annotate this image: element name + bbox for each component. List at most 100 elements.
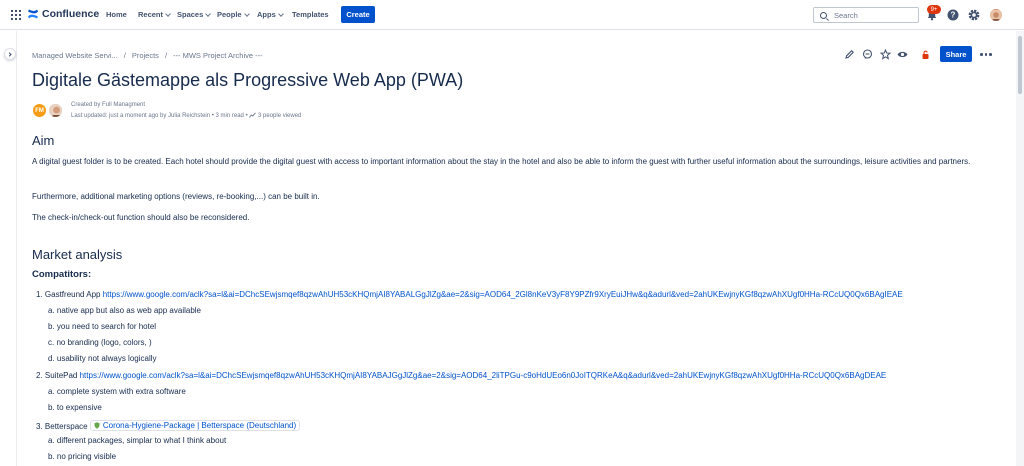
aim-paragraph-3: The check-in/check-out function should a… [32, 213, 250, 222]
chevron-down-icon [205, 10, 212, 17]
sub-mark: c. [48, 338, 55, 347]
sub-mark: a. [48, 387, 55, 396]
breadcrumb-separator: / [123, 51, 126, 60]
page-title: Digitale Gästemappe als Progressive Web … [32, 70, 464, 90]
nav-people[interactable]: People [217, 10, 250, 19]
restrictions-lock-icon[interactable] [920, 49, 931, 60]
star-icon[interactable] [880, 49, 891, 60]
sub-list-item: b. you need to search for hotel [48, 322, 156, 331]
sub-mark: d. [48, 354, 55, 363]
chevron-down-icon [165, 10, 171, 17]
search-placeholder: Search [834, 10, 858, 20]
sub-text: native app but also as web app available [56, 306, 202, 315]
sub-text: no pricing visible [56, 452, 117, 461]
betterspace-favicon-icon [94, 422, 100, 429]
viewed-count[interactable]: 3 people viewed [258, 113, 301, 119]
byline-created-text[interactable]: Created by Full Managment [71, 102, 145, 108]
sub-text: to expensive [56, 403, 102, 412]
smart-link-card[interactable]: Corona-Hygiene-Package | Betterspace (De… [89, 420, 301, 431]
byline-created: Created by Full Managment [71, 102, 145, 108]
market-analysis-heading: Market analysis [32, 247, 123, 262]
byline-updated-text[interactable]: Last updated: just a moment ago by Julia… [71, 113, 210, 119]
sub-text: different packages, simplar to what I th… [56, 436, 227, 445]
sub-mark: a. [48, 436, 55, 445]
list-item: 1. Gastfreund App https://www.google.com… [36, 290, 903, 299]
sub-list-item: b. no pricing visible [48, 452, 116, 461]
notification-badge: 9+ [927, 5, 941, 14]
analytics-chart-icon [249, 112, 257, 118]
sub-list-item: a. native app but also as web app availa… [48, 306, 201, 315]
aim-heading: Aim [32, 133, 55, 148]
more-actions-icon[interactable] [980, 53, 992, 56]
sub-list-item: a. different packages, simplar to what I… [48, 436, 226, 445]
sidebar-rail [0, 31, 17, 466]
competitor-name: Betterspace [44, 422, 88, 431]
confluence-logo[interactable]: Confluence [27, 8, 99, 20]
search-input[interactable]: Search [813, 7, 919, 23]
list-number: 2. [36, 371, 43, 380]
nav-templates[interactable]: Templates [292, 10, 329, 19]
nav-home[interactable]: Home [106, 10, 127, 19]
sub-mark: b. [48, 452, 55, 461]
breadcrumb-separator: / [164, 51, 168, 60]
sub-text: complete system with extra software [56, 387, 186, 396]
scrollbar-thumb[interactable] [1018, 36, 1022, 94]
nav-apps[interactable]: Apps [257, 10, 284, 19]
user-avatar[interactable] [990, 9, 1002, 21]
list-number: 3. [36, 422, 43, 431]
sub-list-item: b. to expensive [48, 403, 102, 412]
read-time: 3 min read [215, 113, 244, 119]
competitor-link[interactable]: https://www.google.com/aclk?sa=l&ai=DChc… [103, 290, 903, 299]
logo-text: Confluence [42, 8, 100, 20]
sub-mark: b. [48, 403, 55, 412]
nav-people-label: People [217, 10, 242, 19]
sub-mark: b. [48, 322, 55, 331]
breadcrumb-item-space[interactable]: Managed Website Servi... [32, 51, 118, 60]
comment-icon[interactable] [862, 49, 873, 60]
sub-list-item: c. no branding (logo, colors, ) [48, 338, 152, 347]
nav-spaces[interactable]: Spaces [177, 10, 212, 19]
scrollbar-track[interactable] [1016, 31, 1024, 466]
nav-home-label: Home [106, 10, 127, 19]
nav-apps-label: Apps [257, 10, 276, 19]
search-icon [820, 11, 827, 19]
competitor-name: Gastfreund App [44, 290, 101, 299]
sub-list-item: d. usability not always logically [48, 354, 157, 363]
chevron-right-icon [7, 51, 12, 57]
svg-text:?: ? [951, 11, 956, 20]
breadcrumb-item-projects[interactable]: Projects [132, 51, 159, 60]
sub-list-item: a. complete system with extra software [48, 387, 186, 396]
chevron-down-icon [277, 10, 284, 17]
sub-text: no branding (logo, colors, ) [56, 338, 152, 347]
watch-eye-icon[interactable] [897, 49, 908, 60]
competitor-link[interactable]: https://www.google.com/aclk?sa=l&ai=DChc… [80, 371, 887, 380]
chevron-down-icon [243, 10, 250, 17]
confluence-logo-icon [28, 9, 38, 19]
app-switcher-icon[interactable] [11, 10, 21, 20]
breadcrumb: Managed Website Servi... / Projects / --… [32, 51, 263, 60]
contributor-avatar[interactable] [48, 103, 63, 118]
sub-mark: a. [48, 306, 55, 315]
byline-updated: Last updated: just a moment ago by Julia… [71, 112, 301, 119]
share-button[interactable]: Share [940, 46, 972, 62]
sub-text: usability not always logically [56, 354, 157, 363]
list-item: 2. SuitePad https://www.google.com/aclk?… [36, 371, 886, 380]
nav-recent[interactable]: Recent [138, 10, 171, 19]
avatar-image [990, 10, 1002, 21]
breadcrumb-item-archive[interactable]: --- MWS Project Archive --- [173, 51, 263, 60]
gear-icon[interactable] [967, 8, 981, 22]
aim-paragraph-2: Furthermore, additional marketing option… [32, 192, 320, 201]
nav-recent-label: Recent [138, 10, 164, 19]
list-item: 3. Betterspace Corona-Hygiene-Package | … [36, 420, 301, 431]
sub-text: you need to search for hotel [56, 322, 157, 331]
help-icon[interactable]: ? [946, 8, 960, 22]
edit-pencil-icon[interactable] [844, 49, 855, 60]
expand-sidebar-button[interactable] [4, 48, 16, 60]
nav-templates-label: Templates [292, 10, 329, 19]
aim-paragraph-1: A digital guest folder is to be created.… [32, 157, 971, 166]
create-button[interactable]: Create [341, 6, 375, 23]
author-avatar[interactable]: FM [32, 103, 47, 118]
top-navigation: Confluence Home Recent Spaces People App… [0, 0, 1024, 30]
list-number: 1. [36, 290, 43, 299]
smart-link-title: Corona-Hygiene-Package | Betterspace (De… [102, 421, 297, 430]
